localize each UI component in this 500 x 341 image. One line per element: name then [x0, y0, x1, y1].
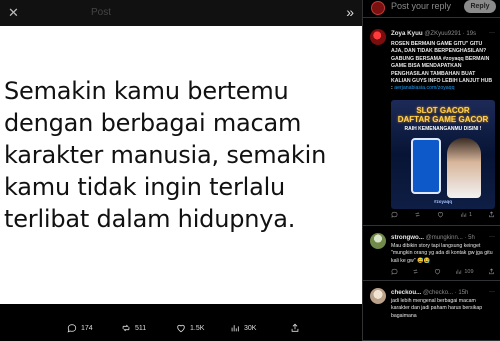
tweet-link[interactable]: aerjanabiasia.com/zoyaqq	[394, 85, 454, 91]
promo-footer: #zoyaqq	[433, 199, 452, 204]
heart-icon	[437, 212, 444, 218]
like-stat[interactable]	[434, 268, 441, 275]
author-name[interactable]: checkou...	[391, 289, 421, 296]
media-image: Semakin kamu bertemu dengan berbagai mac…	[0, 26, 362, 304]
author-name[interactable]: strongwo...	[391, 234, 424, 241]
retweet-icon	[122, 324, 130, 332]
retweet-icon	[413, 269, 418, 274]
reply-stat[interactable]	[391, 268, 398, 275]
replies-panel: Post your reply Reply Zoya Kyuu @ZKyuu92…	[362, 0, 500, 341]
viewer-topbar: ✕ Post »	[0, 0, 362, 26]
reply-icon	[391, 211, 398, 218]
bar-chart-icon	[231, 325, 239, 332]
tweet-text: jadi lebih mengenal berbagai macam karak…	[391, 298, 483, 319]
retweet-action[interactable]: 511	[121, 323, 146, 333]
close-icon[interactable]: ✕	[8, 6, 19, 20]
share-action[interactable]	[290, 323, 300, 333]
like-stat[interactable]	[437, 211, 444, 218]
double-chevron-right-icon[interactable]: »	[346, 5, 354, 19]
share-stat[interactable]	[488, 268, 495, 275]
tweet-text: Mau dibikin story tapi langsung keinget …	[391, 243, 493, 264]
views-count: 109	[464, 268, 474, 275]
share-icon	[291, 323, 299, 332]
views-action[interactable]: 30K	[230, 323, 256, 333]
reply-composer: Post your reply Reply	[363, 0, 500, 18]
person-graphic	[447, 138, 481, 198]
phone-graphic	[411, 138, 441, 194]
like-count: 1.5K	[190, 324, 205, 332]
reply-action[interactable]: 174	[67, 323, 93, 333]
reply-item[interactable]: Zoya Kyuu @ZKyuu9291 · 19s ··· ROSEN BER…	[363, 22, 500, 226]
retweet-stat[interactable]	[414, 211, 421, 218]
author-name[interactable]: Zoya Kyuu	[391, 30, 423, 37]
reply-count: 174	[81, 324, 93, 332]
tweet-body: ROSEN BERMAIN GAME GITU" GITU AJA, DAN T…	[391, 41, 493, 92]
retweet-icon	[415, 212, 420, 217]
tweet-meta: Zoya Kyuu @ZKyuu9291 · 19s	[391, 30, 499, 37]
topbar-label: Post	[91, 7, 112, 18]
tweet-stats: 1	[391, 211, 495, 218]
promo-title: SLOT GACOR DAFTAR GAME GACOR	[397, 106, 489, 124]
avatar[interactable]	[370, 29, 386, 45]
more-icon[interactable]: ···	[489, 234, 495, 240]
author-handle[interactable]: @mungkinn...	[426, 235, 463, 241]
avatar	[371, 1, 385, 15]
ghost-icon	[36, 5, 46, 19]
bar-chart-icon	[461, 212, 467, 217]
timestamp: · 5h	[464, 235, 475, 241]
author-handle[interactable]: @ZKyuu9291	[424, 31, 461, 37]
media-viewer: ✕ Post » Semakin kamu bertemu dengan ber…	[0, 0, 362, 341]
views-count: 30K	[244, 324, 257, 332]
quote-text: Semakin kamu bertemu dengan berbagai mac…	[4, 77, 327, 233]
share-icon	[489, 268, 494, 275]
retweet-count: 511	[135, 324, 147, 332]
heart-icon	[434, 269, 441, 275]
more-icon[interactable]: ···	[489, 30, 495, 36]
like-action[interactable]: 1.5K	[176, 323, 204, 333]
reply-stat[interactable]	[391, 211, 398, 218]
author-handle[interactable]: @checko...	[423, 290, 453, 296]
avatar[interactable]	[370, 233, 386, 249]
reply-button[interactable]: Reply	[464, 0, 496, 13]
heart-icon	[177, 324, 185, 333]
avatar[interactable]	[370, 288, 386, 304]
media-viewer-screen: ✕ Post » Semakin kamu bertemu dengan ber…	[0, 0, 500, 341]
timestamp: · 19s	[462, 31, 477, 37]
tweet-meta: checkou... @checko... · 15h	[391, 289, 499, 296]
timestamp: · 15h	[454, 290, 469, 296]
bar-chart-icon	[456, 269, 462, 274]
tweet-text: ROSEN BERMAIN GAME GITU" GITU AJA, DAN T…	[391, 41, 495, 93]
tweet-stats: 109	[391, 268, 495, 275]
tweet-meta: strongwo... @mungkinn... · 5h	[391, 234, 499, 241]
views-stat[interactable]: 109	[455, 268, 474, 275]
reply-item[interactable]: checkou... @checko... · 15h ··· jadi leb…	[363, 281, 500, 341]
retweet-stat[interactable]	[412, 268, 419, 275]
promo-subtitle: RAIH KEMENANGANMU DISINI !	[404, 126, 482, 132]
reply-item[interactable]: strongwo... @mungkinn... · 5h ··· Mau di…	[363, 226, 500, 281]
share-stat[interactable]	[488, 211, 495, 218]
reply-icon	[67, 324, 77, 333]
reply-icon	[391, 268, 398, 275]
more-icon[interactable]: ···	[489, 289, 495, 295]
views-count: 1	[468, 211, 473, 218]
reply-input[interactable]: Post your reply	[391, 1, 451, 11]
viewer-action-bar: 174 511 1.5K 30K	[0, 304, 362, 341]
views-stat[interactable]: 1	[460, 211, 472, 218]
promo-image[interactable]: SLOT GACOR DAFTAR GAME GACOR RAIH KEMENAN…	[391, 100, 495, 209]
share-icon	[489, 211, 494, 218]
